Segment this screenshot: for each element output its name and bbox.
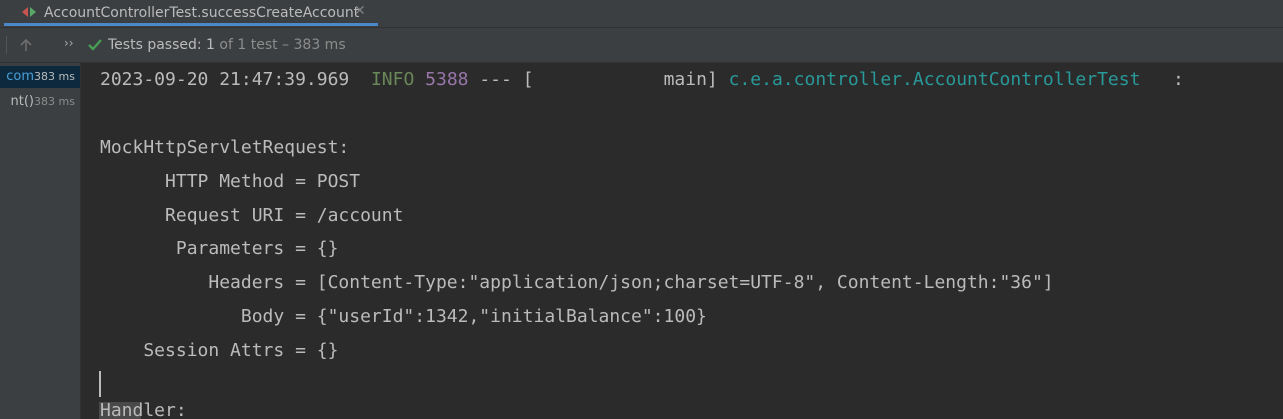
log-separator: --- — [479, 69, 512, 90]
tree-item-label: com — [6, 69, 34, 84]
console-line: Parameters = {} — [100, 238, 339, 259]
tree-item-time: 383 ms — [34, 70, 75, 83]
test-results-toolbar: ›› Tests passed: 1 of 1 test – 383 ms — [0, 28, 1283, 63]
log-pid: 5388 — [425, 69, 469, 90]
text-caret — [99, 371, 101, 397]
tree-item-time: 383 ms — [34, 95, 75, 108]
log-level: INFO — [370, 69, 415, 90]
console-output[interactable]: 2023-09-20 21:47:39.969 INFO 5388 --- [ … — [81, 63, 1283, 419]
console-line-partial: Handler: — [100, 400, 187, 419]
active-tab-indicator — [4, 23, 378, 26]
close-icon[interactable]: ✕ — [354, 3, 366, 19]
log-thread: [ main] — [522, 69, 718, 90]
test-tree: com 383 ms nt() 383 ms — [0, 63, 81, 419]
status-prefix: Tests passed: — [108, 37, 202, 53]
tab-title: AccountControllerTest.successCreateAccou… — [44, 5, 360, 21]
log-timestamp: 2023-09-20 21:47:39.969 — [100, 69, 350, 90]
toolbar-divider — [6, 36, 7, 54]
console-line: MockHttpServletRequest: — [100, 137, 350, 158]
console-line: Request URI = /account — [100, 205, 404, 226]
passed-count: 1 — [206, 37, 215, 53]
check-icon — [88, 39, 102, 51]
log-tail: : — [1172, 69, 1184, 90]
editor-tab-bar: AccountControllerTest.successCreateAccou… — [0, 0, 1283, 28]
status-suffix: of 1 test – 383 ms — [219, 37, 346, 53]
tree-item-method[interactable]: nt() 383 ms — [0, 91, 80, 113]
log-line: 2023-09-20 21:47:39.969 INFO 5388 --- [ … — [100, 69, 1184, 103]
test-status-summary: Tests passed: 1 of 1 test – 383 ms — [108, 37, 346, 53]
log-logger: c.e.a.controller.AccountControllerTest — [728, 69, 1141, 90]
arrow-up-icon[interactable] — [18, 37, 34, 53]
tree-item-label: nt() — [10, 94, 34, 109]
console-line: Body = {"userId":1342,"initialBalance":1… — [100, 306, 707, 327]
console-line: Session Attrs = {} — [100, 340, 339, 361]
tree-item-class[interactable]: com 383 ms — [0, 66, 80, 88]
expand-toolbar-button[interactable]: ›› — [64, 36, 74, 50]
test-run-icon — [22, 7, 36, 17]
console-line: HTTP Method = POST — [100, 171, 361, 192]
console-line: Headers = [Content-Type:"application/jso… — [100, 272, 1054, 293]
